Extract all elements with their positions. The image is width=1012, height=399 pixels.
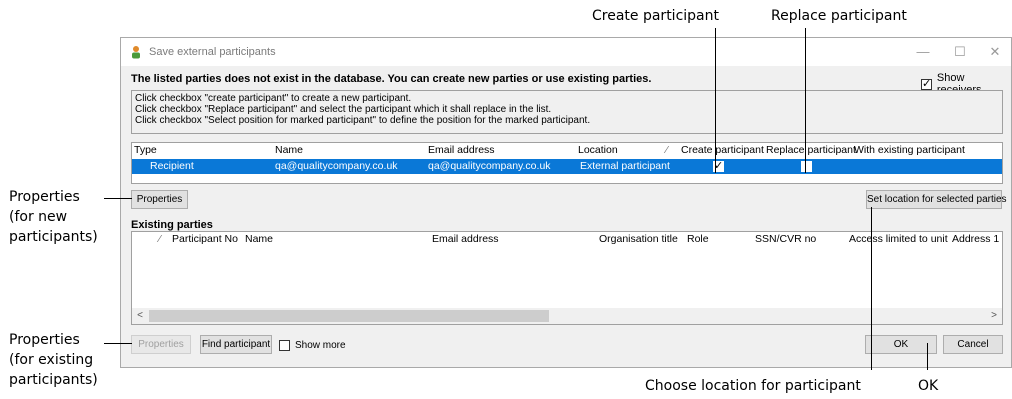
info-line: Click checkbox "Replace participant" and… bbox=[135, 104, 552, 115]
minimize-button[interactable]: — bbox=[911, 42, 935, 62]
info-line: Click checkbox "Select position for mark… bbox=[135, 115, 591, 126]
callout-properties-existing: Properties (for existing participants) bbox=[9, 330, 98, 390]
callout-create-participant: Create participant bbox=[592, 8, 719, 24]
col-header-org-title[interactable]: Organisation title bbox=[599, 232, 678, 247]
leader-line-choose-location bbox=[871, 207, 872, 370]
row-type: Recipient bbox=[150, 160, 194, 172]
scroll-left-icon[interactable]: < bbox=[132, 308, 148, 324]
show-receivers-check-icon[interactable] bbox=[921, 77, 932, 90]
row-email: qa@qualitycompany.co.uk bbox=[428, 160, 551, 172]
col-header-name[interactable]: Name bbox=[275, 143, 303, 158]
window-title: Save external participants bbox=[149, 46, 276, 58]
maximize-button[interactable]: ☐ bbox=[948, 42, 972, 62]
col-header-location[interactable]: Location bbox=[578, 143, 618, 158]
leader-line-properties-existing bbox=[104, 343, 132, 344]
info-line: Click checkbox "create participant" to c… bbox=[135, 93, 412, 104]
existing-parties-table: ⁄ Participant No Name Email address Orga… bbox=[131, 231, 1003, 325]
replace-participant-checkbox[interactable] bbox=[801, 161, 812, 172]
callout-properties-new: Properties (for new participants) bbox=[9, 187, 98, 247]
callout-properties-existing-line3: participants) bbox=[9, 372, 98, 388]
existing-parties-label: Existing parties bbox=[131, 219, 213, 231]
col-header-email[interactable]: Email address bbox=[428, 143, 495, 158]
callout-properties-new-line2: (for new bbox=[9, 209, 68, 225]
col-header-role[interactable]: Role bbox=[687, 232, 709, 247]
parties-table: Type Name Email address Location ⁄ Creat… bbox=[131, 142, 1003, 184]
properties-new-button[interactable]: Properties bbox=[131, 190, 188, 209]
title-bar: Save external participants — ☐ ✕ bbox=[121, 38, 1011, 66]
leader-line-create bbox=[715, 28, 716, 173]
table-row[interactable]: Recipient qa@qualitycompany.co.uk qa@qua… bbox=[132, 159, 1002, 174]
cancel-button[interactable]: Cancel bbox=[943, 335, 1003, 354]
info-box: Click checkbox "create participant" to c… bbox=[131, 90, 1003, 134]
col-header-participant-no[interactable]: Participant No bbox=[172, 232, 238, 247]
col-header-ssn[interactable]: SSN/CVR no bbox=[755, 232, 816, 247]
intro-text: The listed parties does not exist in the… bbox=[131, 73, 652, 85]
callout-properties-new-line3: participants) bbox=[9, 229, 98, 245]
show-more-check-icon[interactable] bbox=[279, 340, 290, 351]
find-participant-button[interactable]: Find participant bbox=[200, 335, 272, 354]
col-header-name[interactable]: Name bbox=[245, 232, 273, 247]
properties-existing-button[interactable]: Properties bbox=[131, 335, 191, 354]
col-header-address[interactable]: Address 1 bbox=[952, 232, 999, 247]
col-header-type[interactable]: Type bbox=[134, 143, 157, 158]
leader-line-ok bbox=[927, 343, 928, 370]
scrollbar-thumb[interactable] bbox=[149, 310, 549, 322]
save-external-participants-dialog: Save external participants — ☐ ✕ The lis… bbox=[120, 37, 1012, 368]
leader-line-replace bbox=[805, 28, 806, 173]
set-location-button[interactable]: Set location for selected parties bbox=[866, 190, 1007, 209]
sort-indicator-icon: ⁄ bbox=[159, 233, 161, 245]
callout-properties-existing-line2: (for existing bbox=[9, 352, 94, 368]
col-header-access[interactable]: Access limited to unit bbox=[849, 232, 948, 247]
person-icon bbox=[132, 46, 140, 59]
scroll-right-icon[interactable]: > bbox=[986, 308, 1002, 324]
col-header-replace-participant[interactable]: Replace participant bbox=[766, 143, 856, 158]
col-header-create-participant[interactable]: Create participant bbox=[681, 143, 764, 158]
sort-indicator-icon: ⁄ bbox=[666, 144, 668, 156]
callout-properties-existing-line1: Properties bbox=[9, 332, 80, 348]
callout-properties-new-line1: Properties bbox=[9, 189, 80, 205]
col-header-email[interactable]: Email address bbox=[432, 232, 499, 247]
row-name: qa@qualitycompany.co.uk bbox=[275, 160, 398, 172]
leader-line-properties-new bbox=[104, 198, 132, 199]
close-button[interactable]: ✕ bbox=[983, 42, 1007, 62]
show-more-label: Show more bbox=[295, 340, 346, 351]
row-location: External participant bbox=[580, 160, 670, 172]
col-header-existing-participant[interactable]: With existing participant bbox=[854, 143, 965, 158]
callout-ok: OK bbox=[918, 378, 939, 394]
callout-replace-participant: Replace participant bbox=[771, 8, 907, 24]
show-more-checkbox[interactable]: Show more bbox=[279, 340, 346, 351]
callout-choose-location: Choose location for participant bbox=[645, 378, 861, 394]
